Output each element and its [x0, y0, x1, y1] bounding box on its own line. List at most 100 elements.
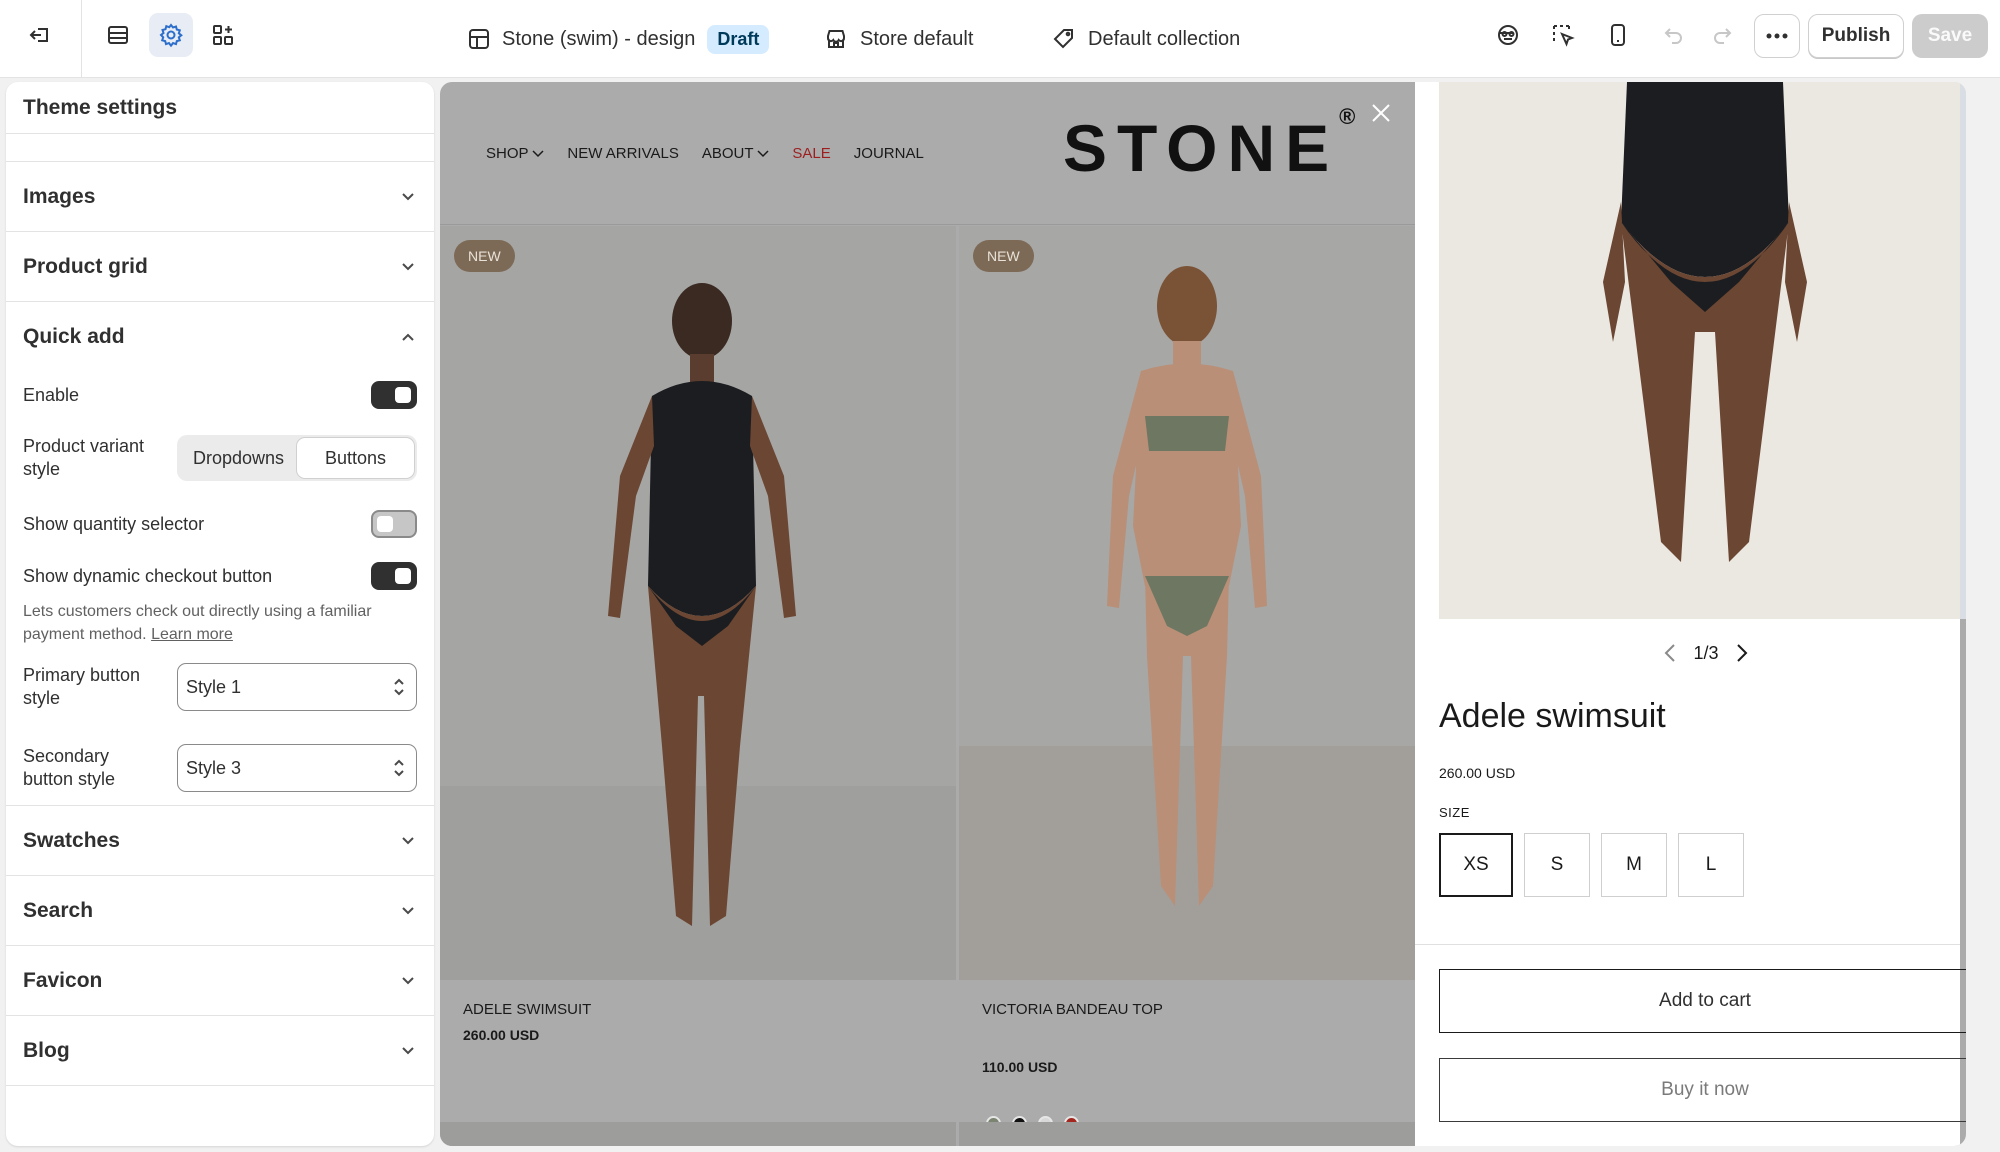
chevron-right-icon[interactable]	[1735, 642, 1749, 664]
apps-icon[interactable]	[201, 13, 245, 57]
pager-count: 1/3	[1693, 642, 1719, 663]
variant-option-dropdowns[interactable]: Dropdowns	[180, 438, 297, 478]
dynamic-checkout-toggle[interactable]	[371, 562, 417, 590]
store-logo[interactable]: STONE®	[1063, 104, 1355, 186]
add-to-cart-button[interactable]: Add to cart	[1439, 969, 1966, 1033]
quick-add-settings: Enable Product variant style Dropdowns B…	[6, 377, 434, 806]
next-product-image[interactable]	[959, 1122, 1415, 1146]
exit-icon[interactable]	[18, 13, 62, 57]
drawer-divider	[1415, 944, 1960, 945]
chevron-down-icon	[402, 192, 414, 200]
storefront-preview: SHOP NEW ARRIVALS ABOUT SALE JOURNAL STO…	[440, 82, 1966, 1146]
section-swatches[interactable]: Swatches	[6, 806, 434, 876]
section-search[interactable]: Search	[6, 876, 434, 946]
section-quick-add[interactable]: Quick add	[6, 302, 434, 372]
nav-about[interactable]: ABOUT	[702, 145, 770, 162]
inspector-icon[interactable]	[1486, 13, 1530, 57]
dynamic-checkout-help: Lets customers check out directly using …	[23, 600, 417, 646]
variant-style-segmented: Dropdowns Buttons	[177, 435, 417, 481]
topbar-divider	[81, 0, 82, 78]
new-badge: NEW	[973, 240, 1034, 272]
model-photo	[440, 226, 956, 980]
chevron-down-icon	[402, 262, 414, 270]
undo-icon[interactable]	[1663, 25, 1685, 47]
section-label: Blog	[23, 1038, 70, 1062]
section-label: Product grid	[23, 254, 148, 278]
publish-button[interactable]: Publish	[1808, 14, 1904, 58]
save-button[interactable]: Save	[1912, 14, 1988, 58]
secondary-style-label: Secondary button style	[23, 746, 116, 789]
buy-it-now-button[interactable]: Buy it now	[1439, 1058, 1966, 1122]
show-quantity-label: Show quantity selector	[23, 513, 205, 534]
collection-selector[interactable]: Default collection	[1052, 0, 1240, 78]
undo-redo-group	[1650, 14, 1746, 58]
variant-style-row: Product variant style Dropdowns Buttons	[23, 429, 417, 487]
theme-settings-gear-icon[interactable]	[149, 13, 193, 57]
product-name[interactable]: VICTORIA BANDEAU TOP	[982, 1001, 1163, 1018]
nav-new-arrivals[interactable]: NEW ARRIVALS	[567, 145, 678, 162]
product-name[interactable]: ADELE SWIMSUIT	[463, 1001, 591, 1018]
select-element-icon[interactable]	[1541, 13, 1585, 57]
section-label: Search	[23, 898, 94, 922]
product-price: 110.00 USD	[982, 1059, 1058, 1075]
section-label: Images	[23, 184, 96, 208]
size-option-m[interactable]: M	[1601, 833, 1667, 897]
store-header: SHOP NEW ARRIVALS ABOUT SALE JOURNAL STO…	[440, 82, 1415, 225]
section-product-grid[interactable]: Product grid	[6, 232, 434, 302]
section-images[interactable]: Images	[6, 162, 434, 232]
dynamic-checkout-row: Show dynamic checkout button	[23, 559, 417, 593]
variant-option-buttons[interactable]: Buttons	[297, 438, 414, 478]
chevron-down-icon	[757, 150, 769, 158]
main-navigation: SHOP NEW ARRIVALS ABOUT SALE JOURNAL	[486, 145, 924, 162]
show-quantity-toggle[interactable]	[371, 510, 417, 538]
drawer-product-image[interactable]	[1439, 82, 1966, 619]
nav-shop[interactable]: SHOP	[486, 145, 544, 162]
image-pager: 1/3	[1415, 642, 1966, 664]
quick-add-drawer: 1/3 Adele swimsuit 260.00 USD SIZE XS S …	[1415, 82, 1966, 1146]
primary-style-select[interactable]: Style 1	[177, 663, 417, 711]
chevron-up-icon	[402, 333, 414, 341]
editor-topbar: Stone (swim) - design Draft Store defaul…	[0, 0, 2000, 78]
product-image-adele[interactable]: NEW	[440, 226, 956, 980]
section-blog[interactable]: Blog	[6, 1016, 434, 1086]
product-price: 260.00 USD	[463, 1027, 540, 1043]
product-image-victoria[interactable]: NEW	[959, 226, 1415, 980]
model-photo	[959, 226, 1415, 980]
select-caret-icon	[394, 759, 404, 777]
redo-icon[interactable]	[1711, 25, 1733, 47]
theme-selector[interactable]: Stone (swim) - design Draft	[468, 0, 770, 78]
nav-sale[interactable]: SALE	[792, 145, 830, 162]
secondary-style-select[interactable]: Style 3	[177, 744, 417, 792]
section-label: Swatches	[23, 828, 120, 852]
size-option-s[interactable]: S	[1524, 833, 1590, 897]
close-icon[interactable]	[1366, 98, 1396, 128]
chevron-down-icon	[402, 836, 414, 844]
next-image-peek	[1960, 82, 1966, 619]
collection-label: Default collection	[1088, 27, 1241, 50]
select-value: Style 1	[186, 676, 242, 697]
tag-icon	[1053, 29, 1073, 49]
section-label: Favicon	[23, 968, 103, 992]
next-product-image[interactable]	[440, 1122, 956, 1146]
store-selector[interactable]: Store default	[824, 0, 973, 78]
size-option-l[interactable]: L	[1678, 833, 1744, 897]
more-horizontal-icon	[1766, 33, 1788, 39]
mobile-preview-icon[interactable]	[1596, 13, 1640, 57]
nav-journal[interactable]: JOURNAL	[854, 145, 924, 162]
model-photo	[1439, 82, 1966, 619]
size-option-xs[interactable]: XS	[1439, 833, 1513, 897]
sections-icon[interactable]	[96, 13, 140, 57]
enable-toggle[interactable]	[371, 381, 417, 409]
section-favicon[interactable]: Favicon	[6, 946, 434, 1016]
size-label: SIZE	[1439, 805, 1470, 820]
enable-row: Enable	[23, 377, 417, 413]
size-options: XS S M L	[1439, 833, 1744, 897]
learn-more-link[interactable]: Learn more	[151, 626, 233, 643]
panel-title: Theme settings	[6, 82, 434, 134]
new-badge: NEW	[454, 240, 515, 272]
dynamic-checkout-label: Show dynamic checkout button	[23, 565, 273, 586]
enable-label: Enable	[23, 384, 80, 405]
more-actions-button[interactable]	[1754, 14, 1800, 58]
chevron-left-icon[interactable]	[1663, 642, 1677, 664]
variant-style-label: Product variant style	[23, 436, 145, 479]
